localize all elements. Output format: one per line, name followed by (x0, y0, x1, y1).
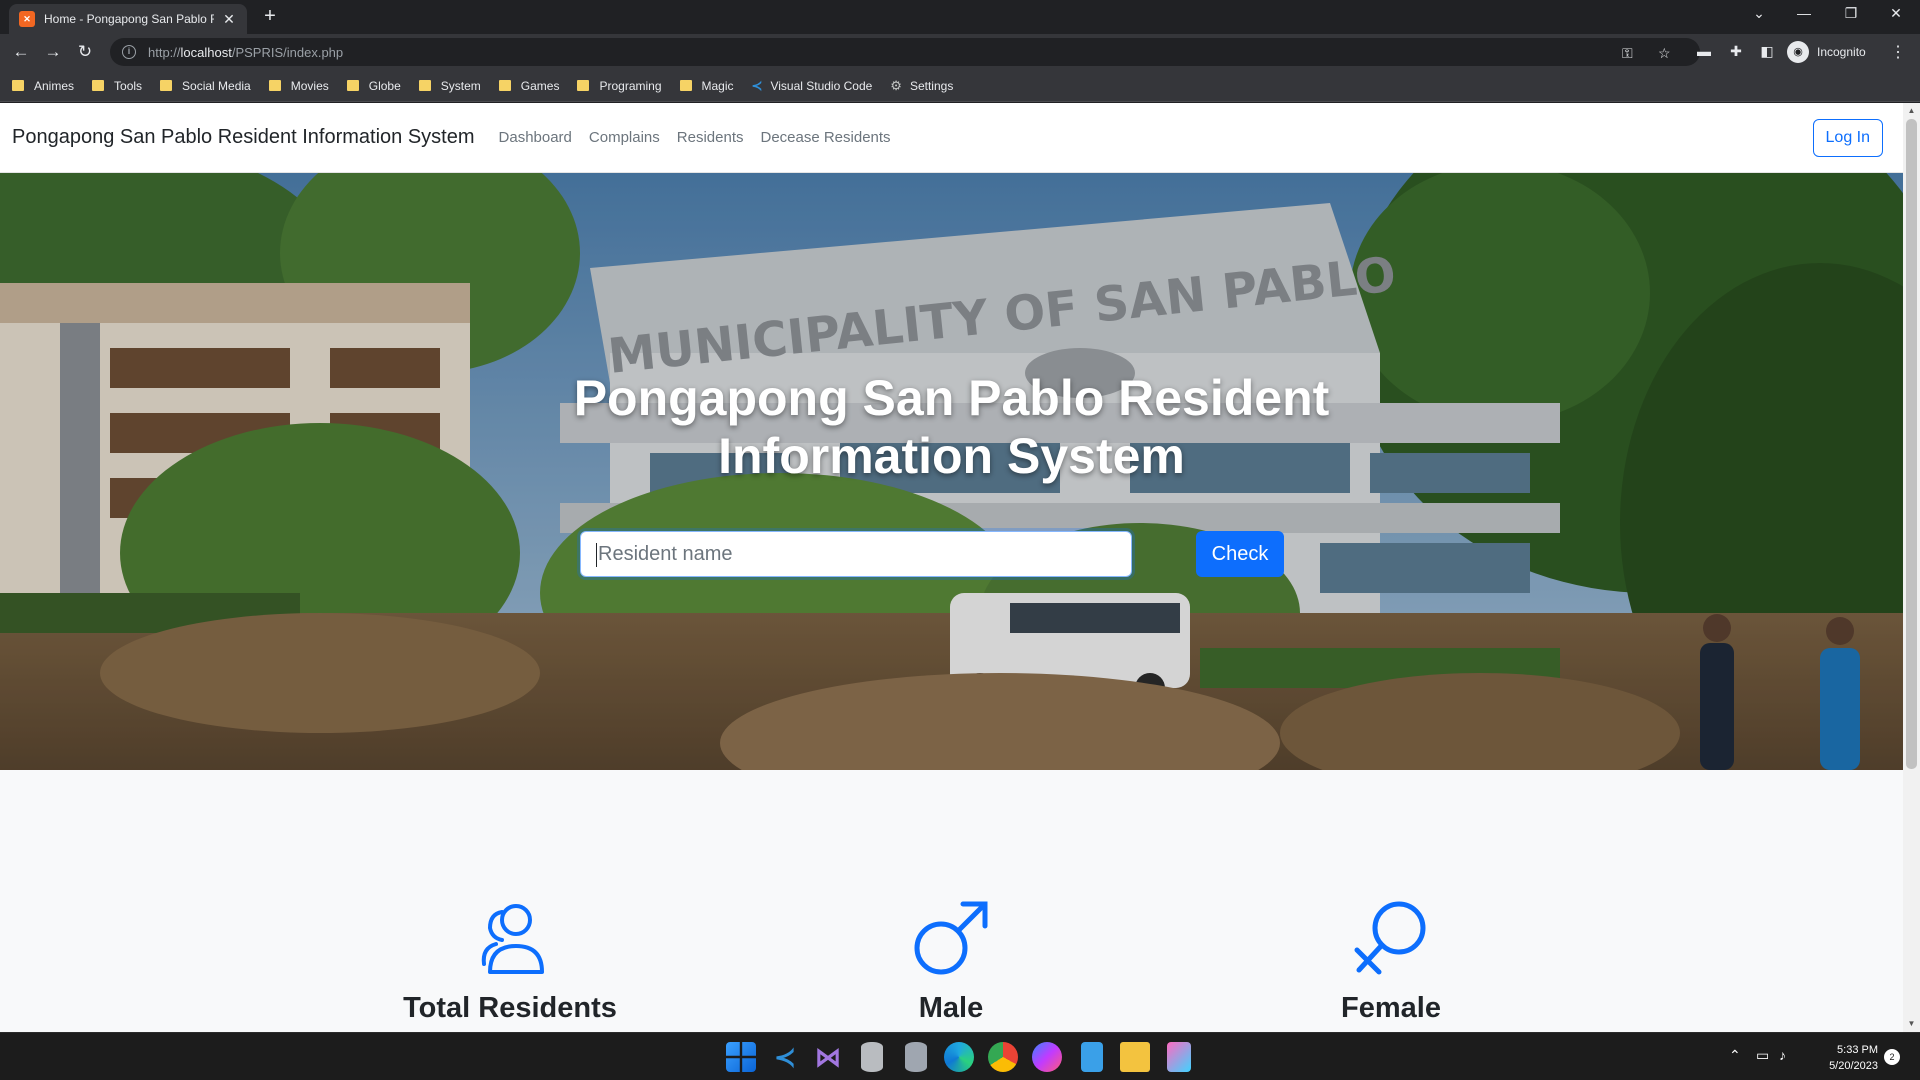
tray-overflow-icon[interactable]: ⌃ (1729, 1047, 1741, 1064)
hero-section: MUNICIPALITY OF SAN PABLO (0, 173, 1903, 770)
browser-tab-bar: ✕ Home - Pongapong San Pablo R ✕ + ⌄ — ❐… (0, 0, 1920, 34)
nav-complains[interactable]: Complains (589, 129, 660, 146)
folder-icon (418, 80, 431, 91)
xampp-favicon-icon: ✕ (19, 11, 35, 27)
nav-residents[interactable]: Residents (677, 129, 744, 146)
site-navbar: Pongapong San Pablo Resident Information… (0, 103, 1903, 173)
folder-icon (92, 80, 105, 91)
extension-dark-icon[interactable]: ▬ (1694, 43, 1714, 59)
bookmark-social-media[interactable]: Social Media (160, 79, 251, 93)
bookmarks-bar: Animes Tools Social Media Movies Globe S… (0, 70, 1920, 102)
bookmark-system[interactable]: System (418, 79, 481, 93)
visual-studio-icon[interactable]: ⋈ (813, 1042, 843, 1072)
stat-label-female: Female (1341, 992, 1441, 1024)
stat-total-residents: Total Residents (350, 898, 670, 1025)
nav-decease-residents[interactable]: Decease Residents (760, 129, 890, 146)
folder-icon (160, 80, 173, 91)
stat-label-total-residents: Total Residents (403, 992, 617, 1024)
network-icon[interactable]: ▭ (1756, 1047, 1769, 1064)
hero-title: Pongapong San Pablo Resident Information… (573, 370, 1330, 484)
nav-dashboard[interactable]: Dashboard (499, 129, 572, 146)
page-scrollbar[interactable]: ▲ ▼ (1903, 103, 1920, 1032)
stat-female: Female (1231, 898, 1551, 1025)
stat-male: Male (791, 898, 1111, 1025)
vscode-taskbar-icon[interactable]: ≺ (770, 1042, 800, 1072)
puzzle-extensions-icon[interactable]: ✚ (1726, 43, 1746, 60)
close-window-button[interactable]: ✕ (1881, 5, 1911, 22)
folder-icon (268, 80, 281, 91)
folder-icon (577, 80, 590, 91)
reload-icon[interactable]: ↻ (74, 41, 96, 63)
clock-date: 5/20/2023 (1829, 1060, 1878, 1072)
folder-icon (346, 80, 359, 91)
text-caret (596, 542, 597, 567)
tab-search-icon[interactable]: ⌄ (1744, 5, 1774, 22)
scroll-thumb[interactable] (1906, 119, 1917, 769)
site-brand[interactable]: Pongapong San Pablo Resident Information… (12, 126, 475, 149)
url-text: http://localhost/PSPRIS/index.php (148, 44, 344, 60)
database-tool-icon[interactable] (905, 1042, 927, 1072)
database-icon[interactable] (861, 1042, 883, 1072)
browser-tab-active[interactable]: ✕ Home - Pongapong San Pablo R ✕ (9, 4, 247, 34)
key-icon[interactable]: ⚿ (1622, 45, 1633, 62)
bookmark-magic[interactable]: Magic (679, 79, 734, 93)
login-button[interactable]: Log In (1812, 119, 1883, 157)
folder-icon (498, 80, 511, 91)
minimize-button[interactable]: — (1789, 5, 1819, 21)
bookmark-star-icon[interactable]: ☆ (1658, 45, 1671, 62)
volume-icon[interactable]: ♪ (1779, 1047, 1786, 1063)
side-panel-icon[interactable]: ◧ (1757, 43, 1777, 60)
bookmark-animes[interactable]: Animes (12, 79, 74, 93)
bookmark-programing[interactable]: Programing (577, 79, 662, 93)
bookmark-globe[interactable]: Globe (346, 79, 401, 93)
female-icon (1354, 901, 1426, 975)
vscode-icon: ≺ (751, 77, 763, 93)
restore-button[interactable]: ❐ (1836, 5, 1866, 22)
incognito-label: Incognito (1817, 45, 1866, 59)
search-placeholder: Resident name (598, 543, 733, 565)
site-info-icon[interactable]: i (122, 45, 136, 59)
check-button[interactable]: Check (1196, 531, 1284, 577)
windows-taskbar: ≺ ⋈ ⌃ ▭ ♪ 5:33 PM 5/20/2023 2 (0, 1032, 1920, 1080)
scroll-up-arrow-icon[interactable]: ▲ (1903, 103, 1920, 119)
new-tab-button[interactable]: + (258, 6, 282, 26)
bookmark-settings[interactable]: ⚙ Settings (890, 78, 953, 94)
bookmark-visual-studio-code[interactable]: ≺ Visual Studio Code (752, 78, 873, 94)
folder-icon (12, 80, 24, 91)
paint-app-icon[interactable] (1167, 1042, 1191, 1072)
page-viewport: Pongapong San Pablo Resident Information… (0, 103, 1920, 1032)
notepad-icon[interactable] (1081, 1042, 1103, 1072)
chrome-icon[interactable] (988, 1042, 1018, 1072)
scroll-down-arrow-icon[interactable]: ▼ (1903, 1016, 1920, 1032)
messenger-icon[interactable] (1032, 1042, 1062, 1072)
windows-start-icon[interactable] (726, 1042, 756, 1072)
bookmark-tools[interactable]: Tools (92, 79, 142, 93)
address-bar[interactable]: i http://localhost/PSPRIS/index.php ⚿ ☆ (110, 38, 1700, 66)
file-explorer-icon[interactable] (1120, 1042, 1150, 1072)
bookmark-movies[interactable]: Movies (268, 79, 329, 93)
back-arrow-icon[interactable]: ← (10, 41, 32, 63)
incognito-icon: ◉ (1787, 41, 1809, 63)
tab-close-icon[interactable]: ✕ (221, 11, 237, 28)
resident-name-input[interactable]: Resident name (580, 531, 1132, 577)
stat-label-male: Male (918, 992, 984, 1024)
folder-icon (679, 80, 692, 91)
male-icon (914, 901, 988, 975)
system-clock[interactable]: 5:33 PM 5/20/2023 (1808, 1042, 1878, 1074)
users-icon (481, 904, 544, 974)
notification-badge[interactable]: 2 (1884, 1049, 1900, 1065)
tab-title: Home - Pongapong San Pablo R (44, 12, 214, 26)
browser-toolbar: ← → ↻ i http://localhost/PSPRIS/index.ph… (0, 34, 1920, 70)
clock-time: 5:33 PM (1837, 1044, 1878, 1056)
forward-arrow-icon[interactable]: → (42, 41, 64, 63)
browser-menu-icon[interactable]: ⋮ (1890, 42, 1906, 62)
incognito-profile-button[interactable]: ◉ Incognito (1787, 39, 1866, 65)
gear-icon: ⚙ (890, 77, 902, 93)
bookmark-games[interactable]: Games (498, 79, 559, 93)
edge-icon[interactable] (944, 1042, 974, 1072)
